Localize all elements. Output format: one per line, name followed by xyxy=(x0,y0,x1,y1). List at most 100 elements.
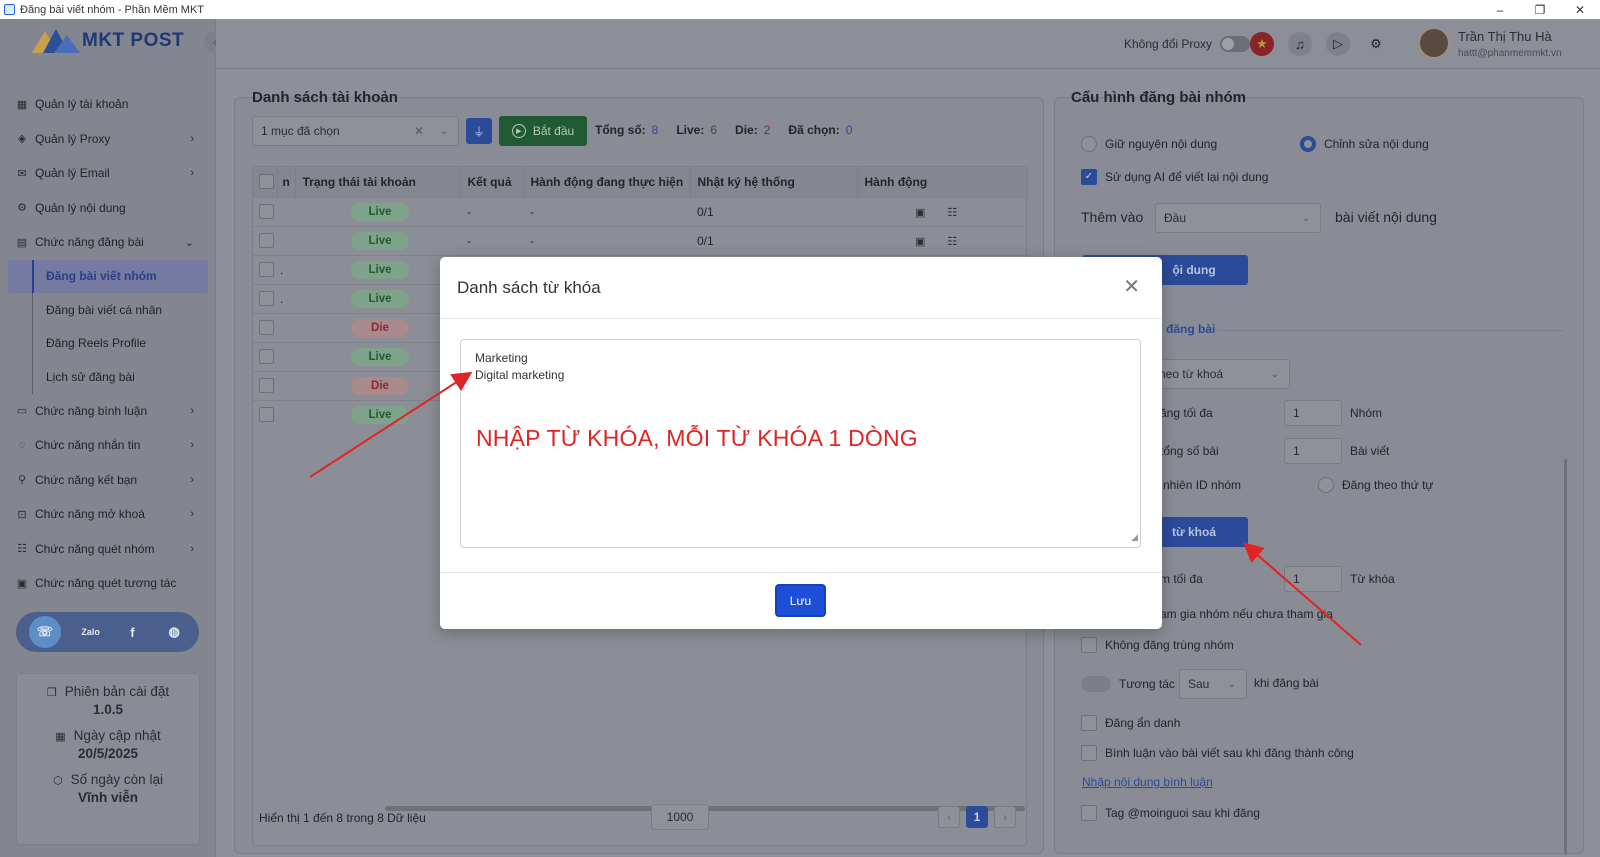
row-checkbox[interactable] xyxy=(259,233,274,249)
config-scrollbar[interactable] xyxy=(1564,459,1567,855)
row-select-cell xyxy=(253,370,277,400)
sidebar-item-proxy[interactable]: ◈ Quản lý Proxy › xyxy=(0,122,216,157)
proxy-label: Không đổi Proxy xyxy=(1124,37,1213,51)
avatar[interactable] xyxy=(1418,27,1450,59)
col-result[interactable]: Kết quả xyxy=(460,167,524,197)
restore-button[interactable]: ❐ xyxy=(1520,0,1560,19)
page-1-button[interactable]: 1 xyxy=(966,806,988,828)
row-select-cell xyxy=(253,399,277,429)
row-checkbox[interactable] xyxy=(259,291,274,307)
resize-handle-icon[interactable]: ◢ xyxy=(1131,529,1138,546)
play-icon[interactable]: ▷ xyxy=(1326,32,1350,56)
sidebar-subitem-label: Lịch sử đăng bài xyxy=(46,369,135,384)
bell-icon[interactable]: ♫ xyxy=(1288,32,1312,56)
sidebar-item-comment[interactable]: ▭ Chức năng bình luận › xyxy=(0,394,216,429)
row-checkbox[interactable] xyxy=(259,378,274,394)
keep-content-option[interactable]: Giữ nguyên nội dung xyxy=(1081,136,1217,152)
comment-after-checkbox[interactable] xyxy=(1081,745,1097,761)
max-keywords-input[interactable]: 1 xyxy=(1284,566,1342,592)
add-to-select[interactable]: Đầu ⌄ xyxy=(1155,203,1321,233)
sidebar-item-unlock[interactable]: ⊡ Chức năng mở khoá › xyxy=(0,497,216,532)
interact-select[interactable]: Sau ⌄ xyxy=(1179,669,1247,699)
select-all-checkbox[interactable] xyxy=(259,174,274,190)
use-ai-label: Sử dụng AI để viết lại nội dung xyxy=(1105,170,1269,184)
edit-icon[interactable]: ▣ xyxy=(915,236,925,248)
zalo-icon[interactable]: Zalo xyxy=(77,618,105,646)
order-radio[interactable] xyxy=(1318,477,1334,493)
chevron-down-icon: ⌄ xyxy=(184,236,194,249)
anonymous-option[interactable]: Đăng ẩn danh xyxy=(1081,715,1180,731)
max-groups-unit: Nhóm xyxy=(1350,406,1383,420)
sidebar-item-content[interactable]: ⚙ Quản lý nội dung xyxy=(0,191,216,226)
sidebar-item-friend[interactable]: ⚲ Chức năng kết bạn › xyxy=(0,463,216,498)
minimize-button[interactable]: – xyxy=(1480,0,1520,19)
next-page-button[interactable]: › xyxy=(994,806,1016,828)
keep-content-radio[interactable] xyxy=(1081,136,1097,152)
sidebar-subitem-personal-post[interactable]: Đăng bài viết cá nhân xyxy=(0,293,216,327)
table-row[interactable]: Live - - 0/1 ▣ ☷ xyxy=(253,225,1028,255)
live-count: 6 xyxy=(710,123,718,137)
edit-content-radio[interactable] xyxy=(1300,136,1316,152)
cell-n: . xyxy=(277,254,295,284)
support-icon[interactable]: ☏ xyxy=(26,614,63,650)
row-checkbox[interactable] xyxy=(259,262,274,278)
page-size-input[interactable]: 1000 xyxy=(651,804,709,830)
sidebar-item-email[interactable]: ✉ Quản lý Email › xyxy=(0,156,216,191)
comment-after-option[interactable]: Bình luận vào bài viết sau khi đăng thàn… xyxy=(1081,745,1354,761)
close-window-button[interactable]: ✕ xyxy=(1560,0,1600,19)
anonymous-checkbox[interactable] xyxy=(1081,715,1097,731)
save-button[interactable]: Lưu xyxy=(775,584,826,617)
prev-page-button[interactable]: ‹ xyxy=(938,806,960,828)
start-button[interactable]: ▶ Bắt đầu xyxy=(499,116,587,146)
total-posts-input[interactable]: 1 xyxy=(1284,438,1342,464)
users-icon: ☷ xyxy=(17,543,27,556)
tag-all-option[interactable]: Tag @moinguoi sau khi đăng xyxy=(1081,805,1260,821)
sidebar-item-accounts[interactable]: ▦ Quản lý tài khoản xyxy=(0,87,216,122)
sidebar-item-scan-group[interactable]: ☷ Chức năng quét nhóm › xyxy=(0,532,216,567)
users-icon[interactable]: ☷ xyxy=(947,236,957,248)
gear-icon[interactable]: ⚙ xyxy=(1364,32,1388,56)
row-checkbox[interactable] xyxy=(259,204,274,220)
row-checkbox[interactable] xyxy=(259,407,274,423)
sidebar-subitem-group-post[interactable]: Đăng bài viết nhóm xyxy=(8,259,208,293)
clear-icon[interactable]: ✕ xyxy=(414,124,424,138)
users-icon[interactable]: ☷ xyxy=(947,207,957,219)
row-checkbox[interactable] xyxy=(259,320,274,336)
status-badge: Live xyxy=(351,405,409,424)
sidebar-item-posting[interactable]: ▤ Chức năng đăng bài ⌄ xyxy=(0,225,216,260)
use-ai-checkbox[interactable]: ✓ xyxy=(1081,169,1097,185)
comment-content-link[interactable]: Nhập nội dung bình luận xyxy=(1082,775,1213,789)
order-option[interactable]: Đăng theo thứ tự xyxy=(1318,477,1433,493)
col-status[interactable]: Trạng thái tài khoản xyxy=(295,167,461,197)
cell-n xyxy=(277,370,295,400)
edit-content-option[interactable]: Chỉnh sửa nội dung xyxy=(1300,136,1429,152)
filter-button[interactable]: ⏚ xyxy=(466,118,492,144)
proxy-toggle[interactable] xyxy=(1220,36,1251,52)
facebook-icon[interactable]: f xyxy=(118,618,146,646)
sidebar-item-message[interactable]: ◌ Chức năng nhắn tin › xyxy=(0,428,216,463)
no-dup-option[interactable]: Không đăng trùng nhóm xyxy=(1081,637,1234,653)
cell-log: 0/1 xyxy=(690,196,857,226)
sidebar-subitem-label: Đăng Reels Profile xyxy=(46,336,147,351)
interact-toggle[interactable] xyxy=(1081,676,1111,692)
sidebar-subitem-reels[interactable]: Đăng Reels Profile xyxy=(0,326,216,361)
col-log[interactable]: Nhật ký hệ thống xyxy=(690,167,858,197)
no-dup-checkbox[interactable] xyxy=(1081,637,1097,653)
globe-icon[interactable]: ◍ xyxy=(160,618,188,646)
sidebar-subitem-history[interactable]: Lịch sử đăng bài xyxy=(0,360,216,394)
account-select[interactable]: 1 mục đã chọn ✕ ⌄ xyxy=(252,116,459,146)
max-groups-input[interactable]: 1 xyxy=(1284,400,1342,426)
tag-all-checkbox[interactable] xyxy=(1081,805,1097,821)
use-ai-option[interactable]: ✓ Sử dụng AI để viết lại nội dung xyxy=(1081,169,1268,185)
close-icon[interactable]: ✕ xyxy=(1123,274,1140,299)
mode-select[interactable]: heo từ khoá ⌄ xyxy=(1150,359,1290,389)
sidebar-item-label: Quản lý Email xyxy=(35,166,110,181)
vietnam-flag-icon[interactable]: ★ xyxy=(1250,32,1274,56)
row-checkbox[interactable] xyxy=(259,349,274,365)
col-action[interactable]: Hành động đang thực hiện xyxy=(523,167,691,197)
col-actions: Hành động xyxy=(857,167,1028,197)
info-label: Số ngày còn lại xyxy=(70,772,163,787)
edit-icon[interactable]: ▣ xyxy=(915,207,925,219)
table-row[interactable]: Live - - 0/1 ▣ ☷ xyxy=(253,196,1028,226)
sidebar-item-scan-interaction[interactable]: ▣ Chức năng quét tương tác xyxy=(0,566,216,601)
